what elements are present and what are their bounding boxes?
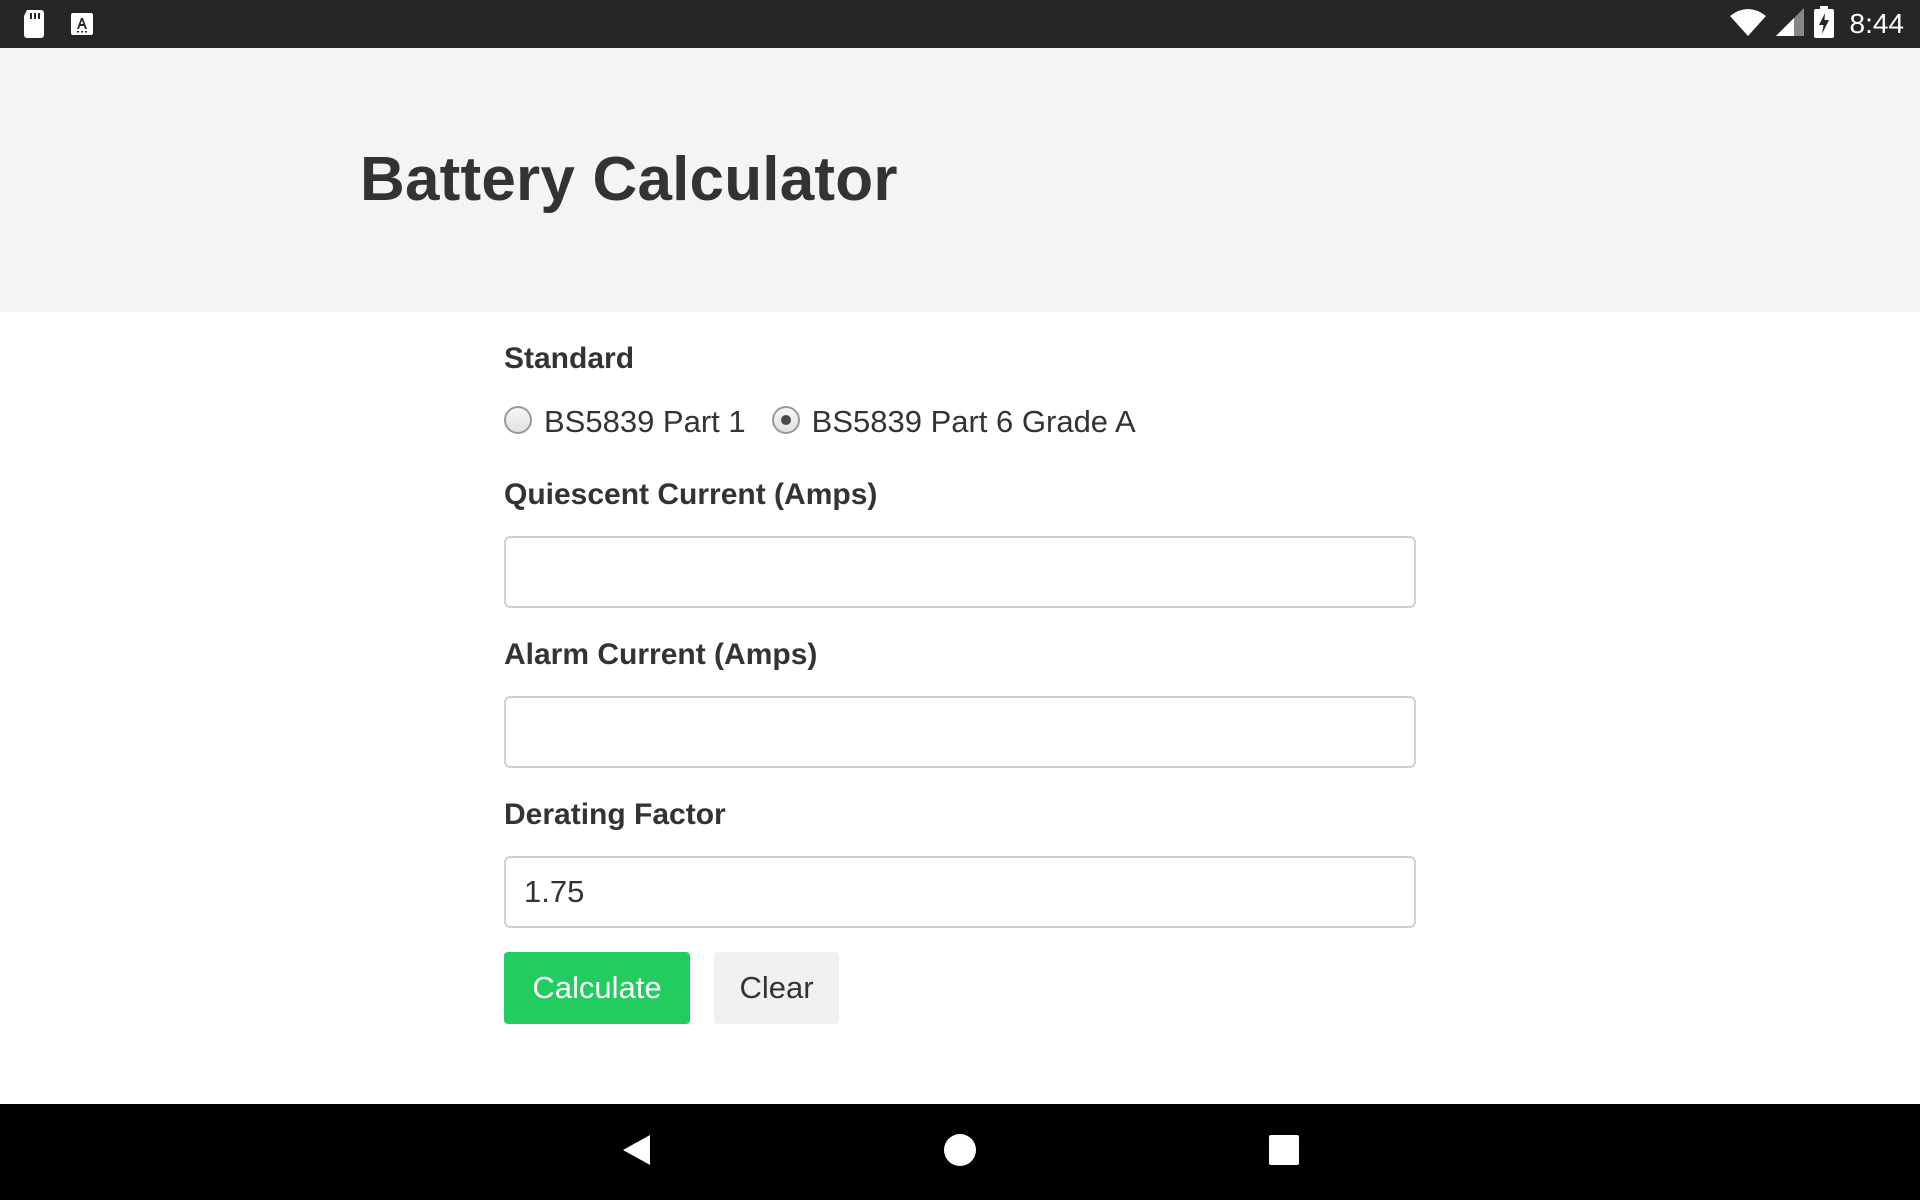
quiescent-current-label: Quiescent Current (Amps): [504, 478, 878, 511]
quiescent-current-input[interactable]: [504, 536, 1416, 608]
font-a-icon: [70, 12, 94, 36]
recents-button[interactable]: [1224, 1104, 1344, 1200]
status-left-icons: [22, 10, 94, 38]
back-button[interactable]: [576, 1104, 696, 1200]
status-right-icons: 8:44: [1729, 0, 1905, 48]
radio-part1[interactable]: [504, 406, 532, 434]
derating-factor-input[interactable]: [504, 856, 1416, 928]
page-header: Battery Calculator: [0, 48, 1920, 312]
radio-part6-grade-a[interactable]: [771, 406, 800, 434]
standard-radio-group: BS5839 Part 1 BS5839 Part 6 Grade A: [504, 404, 1162, 440]
radio-label-part1[interactable]: BS5839 Part 1: [544, 404, 746, 440]
home-button[interactable]: [900, 1104, 1020, 1200]
recents-icon: [1269, 1134, 1299, 1170]
status-bar: 8:44: [0, 0, 1920, 48]
radio-option-part1[interactable]: BS5839 Part 1: [504, 404, 746, 440]
status-time: 8:44: [1849, 8, 1905, 39]
sd-card-icon: [22, 10, 46, 38]
standard-label: Standard: [504, 342, 635, 375]
back-icon: [620, 1133, 652, 1172]
alarm-current-input[interactable]: [504, 696, 1416, 768]
calculate-button[interactable]: Calculate: [504, 952, 690, 1024]
page-title: Battery Calculator: [360, 145, 898, 214]
cellular-signal-icon: [1775, 7, 1804, 41]
radio-option-part6[interactable]: BS5839 Part 6 Grade A: [771, 404, 1136, 440]
alarm-current-label: Alarm Current (Amps): [504, 638, 818, 671]
clear-button[interactable]: Clear: [714, 952, 839, 1024]
navigation-bar: [0, 1104, 1920, 1200]
derating-factor-label: Derating Factor: [504, 798, 726, 831]
home-icon: [943, 1133, 977, 1172]
radio-label-part6[interactable]: BS5839 Part 6 Grade A: [812, 404, 1136, 440]
wifi-icon: [1729, 8, 1766, 41]
battery-charging-icon: [1813, 5, 1834, 43]
